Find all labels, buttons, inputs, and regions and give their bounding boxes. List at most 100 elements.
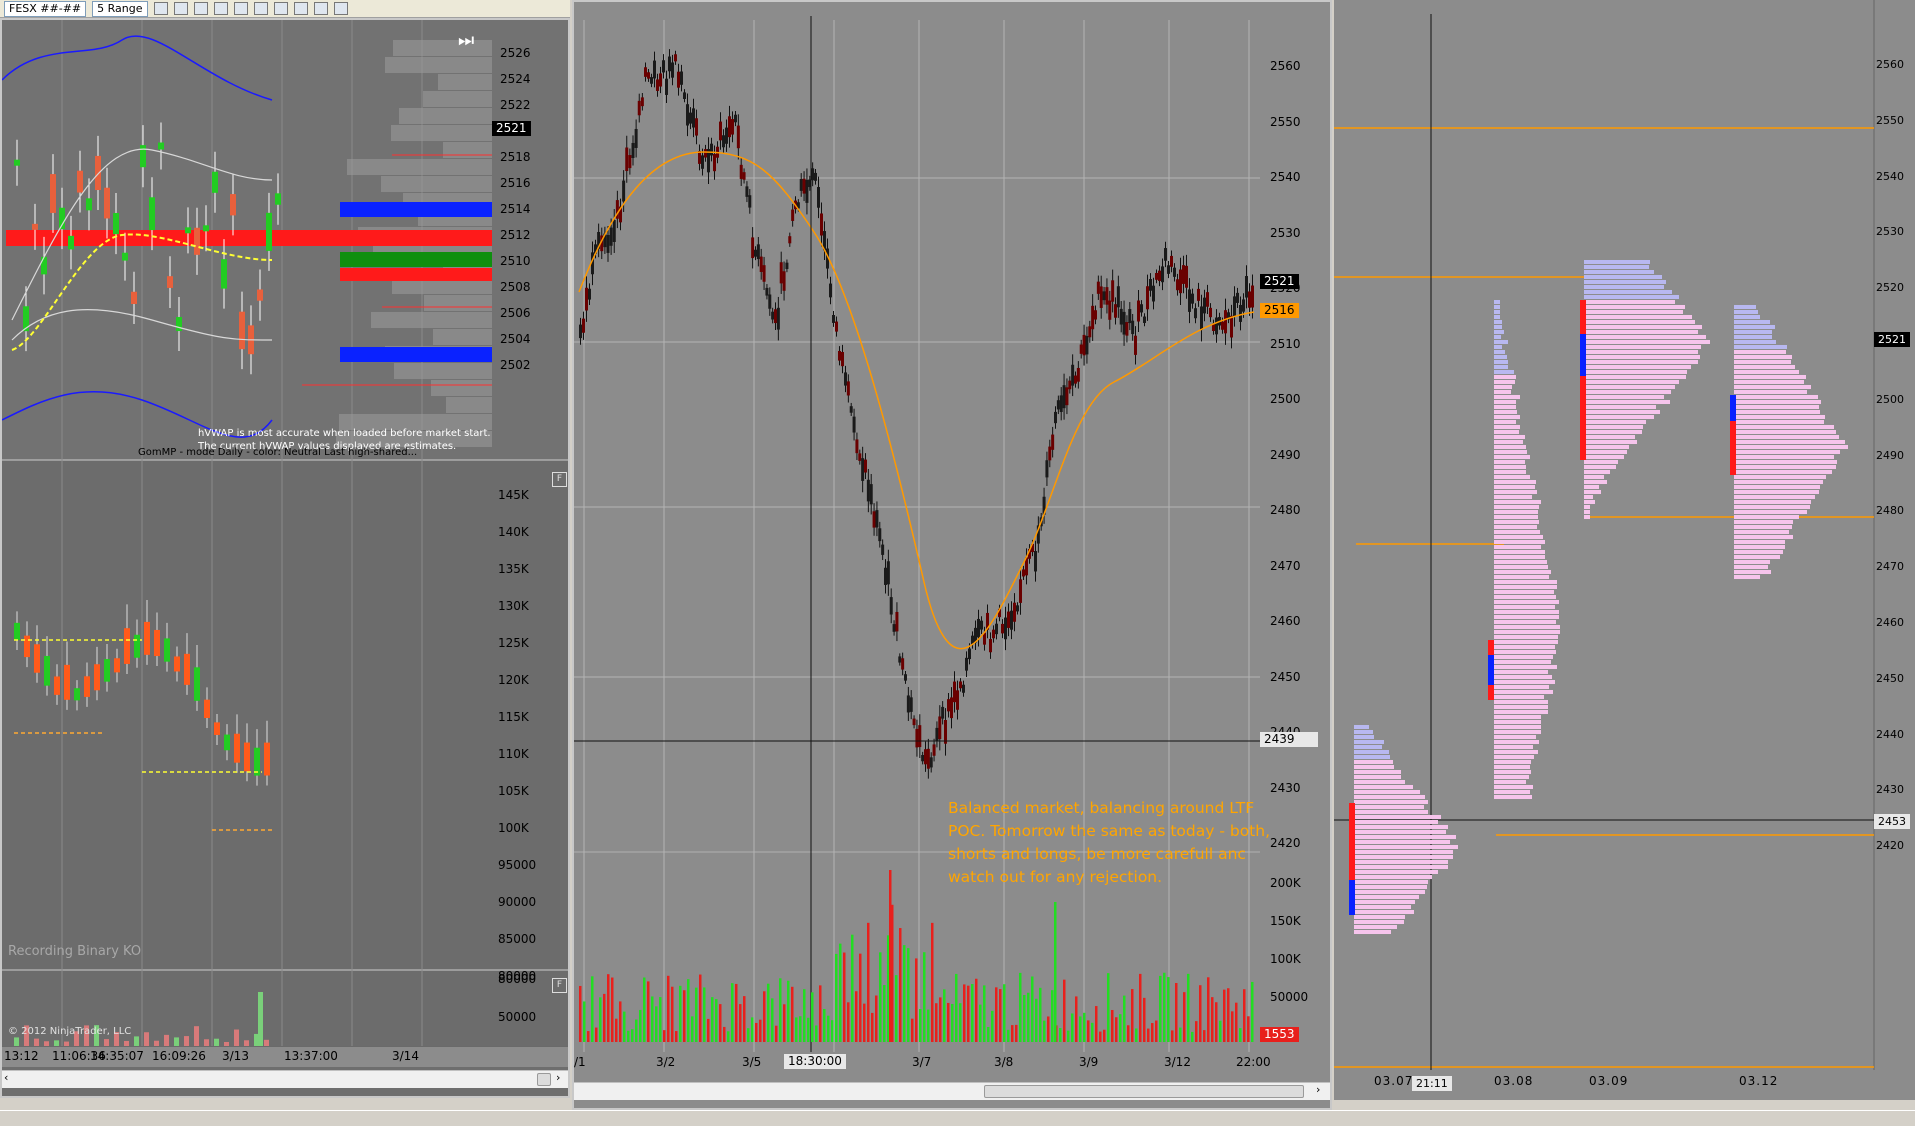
indicators-icon[interactable] [253, 2, 268, 15]
bar-style-icon[interactable] [153, 2, 168, 15]
candle-body [167, 276, 173, 288]
tpo-row [1734, 455, 1834, 459]
strategies-icon[interactable] [273, 2, 288, 15]
tpo-row [1494, 610, 1559, 614]
volume-bar [723, 1026, 726, 1042]
volume-bar [258, 992, 263, 1046]
volume-bar [863, 1003, 866, 1042]
crosshair-icon[interactable] [213, 2, 228, 15]
tpo-row [1584, 375, 1686, 379]
volume-tick: 200K [1270, 876, 1301, 890]
candle-body [665, 78, 668, 95]
candle-body [768, 294, 772, 309]
left-chart-canvas[interactable] [2, 20, 568, 1070]
date-tick: /1 [574, 1055, 586, 1069]
middle-scroll-thumb[interactable] [984, 1085, 1304, 1098]
volume-bar [923, 952, 926, 1042]
tpo-row [1584, 405, 1656, 409]
volume-bar [867, 922, 870, 1042]
poc-bar [6, 230, 492, 246]
volume-tick: 100K [1270, 952, 1301, 966]
left-horizontal-scrollbar[interactable]: ‹ › [2, 1070, 568, 1088]
volume-bar [214, 1038, 219, 1046]
candle-body [1022, 569, 1025, 577]
drawing-tool-icon[interactable] [193, 2, 208, 15]
tpo-row [1584, 340, 1710, 344]
tpo-row [1584, 465, 1616, 469]
template-icon[interactable] [333, 2, 348, 15]
middle-horizontal-scrollbar[interactable]: › [574, 1082, 1330, 1100]
tpo-row [1584, 445, 1629, 449]
tpo-row [1354, 925, 1397, 929]
middle-chart-canvas[interactable] [574, 2, 1330, 1062]
candle-body [644, 67, 647, 77]
volume-bar [731, 983, 734, 1042]
date-tick: 3/7 [912, 1055, 932, 1069]
tpo-row [1734, 360, 1791, 364]
tpo-row [1734, 380, 1804, 384]
candle-body [941, 706, 945, 719]
volume-tick: 140K [498, 525, 529, 539]
volume-bar [755, 1022, 758, 1042]
volume-profile-bar [424, 295, 492, 311]
volume-tick: 80000 [498, 972, 537, 986]
volume-bar [1163, 972, 1166, 1042]
left-scroll-thumb[interactable] [537, 1073, 551, 1086]
time-tick: 16:09:26 [152, 1049, 206, 1063]
properties-icon[interactable] [293, 2, 308, 15]
level-bar [340, 202, 492, 217]
tpo-row [1494, 390, 1511, 394]
tpo-row [1734, 520, 1793, 524]
panel-f-icon-1[interactable]: F [552, 472, 567, 487]
volume-bar [659, 997, 662, 1042]
volume-bar [615, 1018, 618, 1042]
volume-bar [1151, 1023, 1154, 1042]
right-profile-canvas[interactable] [1334, 0, 1915, 1080]
volume-bar [1019, 972, 1022, 1042]
tpo-row [1734, 315, 1760, 319]
tpo-row [1494, 700, 1548, 704]
volume-tick: 50000 [1270, 990, 1309, 1004]
volume-tick: 50000 [498, 1010, 537, 1024]
candle-body [858, 453, 862, 461]
skip-to-end-icon[interactable]: ⏭ [458, 30, 474, 51]
scroll-left-arrow[interactable]: ‹ [4, 1071, 8, 1084]
data-box-icon[interactable] [313, 2, 328, 15]
hvwap-notice-1: hVWAP is most accurate when loaded befor… [198, 428, 491, 439]
candle-body [185, 227, 191, 234]
volume-bar [747, 1028, 750, 1042]
middle-price-axis: 2560255025402530252025102500249024802470… [1260, 2, 1330, 852]
volume-panel-bg [2, 460, 568, 970]
tpo-row [1494, 400, 1516, 404]
instrument-selector[interactable]: FESX ##-## [4, 0, 87, 17]
volume-bar [1083, 1012, 1086, 1042]
volume-profile-bar [443, 142, 492, 158]
scroll-right-arrow[interactable]: › [556, 1071, 560, 1084]
price-tick: 2500 [1876, 392, 1904, 406]
chart-type-selector[interactable]: 5 Range [92, 0, 148, 17]
tpo-row [1584, 300, 1675, 304]
scroll-right-arrow-mid[interactable]: › [1316, 1083, 1320, 1096]
tpo-row [1734, 440, 1845, 444]
candle-body [1143, 316, 1146, 323]
candle-body [956, 690, 959, 710]
delta-candle [154, 629, 160, 657]
tpo-row [1494, 690, 1553, 694]
tpo-row [1494, 345, 1502, 349]
volume-bar [767, 983, 770, 1042]
candle-body [1191, 293, 1194, 304]
candle-body [68, 235, 74, 250]
volume-tick: 105K [498, 784, 529, 798]
volume-bar [1159, 975, 1162, 1042]
pencil-icon[interactable] [173, 2, 188, 15]
tpo-row [1734, 310, 1758, 314]
zoom-icon[interactable] [233, 2, 248, 15]
tpo-row [1734, 365, 1795, 369]
delta-candle [174, 656, 180, 672]
candle-body [1096, 281, 1100, 294]
volume-bar [835, 953, 838, 1042]
tpo-row [1734, 480, 1823, 484]
volume-bar [791, 986, 794, 1042]
candle-body [953, 681, 956, 703]
candle-body [1188, 289, 1191, 312]
